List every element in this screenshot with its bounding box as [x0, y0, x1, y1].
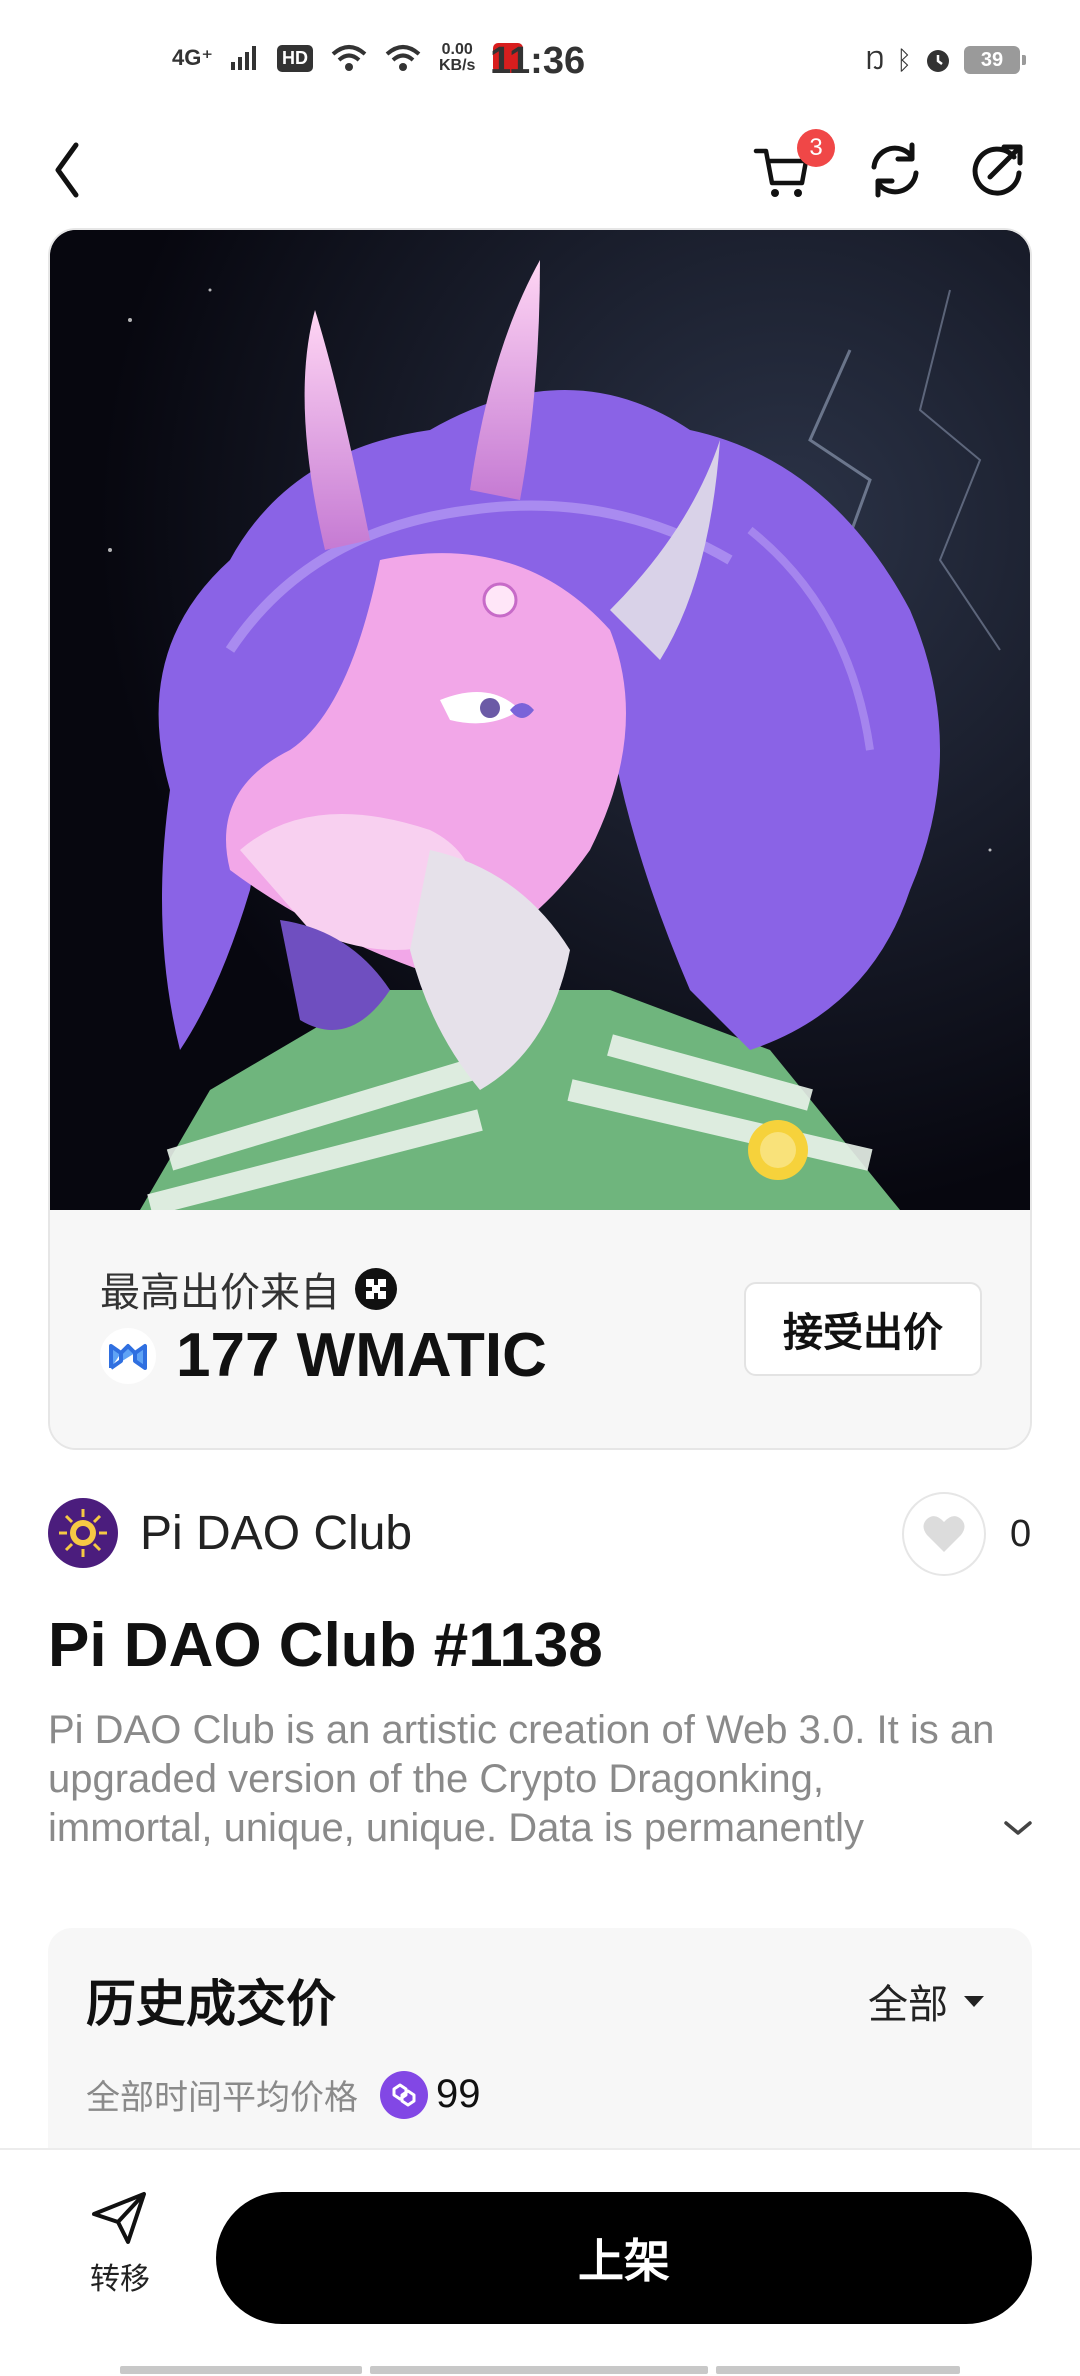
nft-description: Pi DAO Club is an artistic creation of W…	[48, 1708, 995, 1850]
accept-offer-button[interactable]: 接受出价	[744, 1282, 982, 1376]
offer-price-row: 177 WMATIC	[100, 1320, 547, 1391]
average-price-value: 99	[436, 2072, 481, 2116]
nft-artwork-image[interactable]	[50, 230, 1030, 1216]
heart-icon	[923, 1516, 965, 1552]
speed-value: 0.00	[441, 41, 473, 58]
alarm-icon	[927, 50, 949, 72]
hd-badge: HD	[276, 44, 313, 72]
status-bar: 4G⁺ HD 0.00 KB/s 11:36 Ŋ ᛒ 39	[0, 0, 1080, 130]
battery-indicator: 39	[964, 46, 1026, 74]
send-icon	[92, 2192, 146, 2244]
share-button[interactable]	[962, 135, 1032, 205]
bottom-action-bar: 转移 上架	[0, 2148, 1080, 2376]
expand-description-button[interactable]	[996, 1812, 1040, 1846]
home-indicator	[120, 2366, 960, 2374]
history-filter-dropdown[interactable]: 全部	[868, 1972, 986, 2030]
list-for-sale-button[interactable]: 上架	[216, 2192, 1032, 2324]
status-time: 11:36	[490, 40, 586, 82]
signal-icon	[230, 46, 256, 70]
status-right: Ŋ ᛒ 39	[865, 45, 1026, 75]
like-count: 0	[1010, 1513, 1032, 1555]
status-left: 4G⁺ HD 0.00 KB/s	[172, 42, 524, 74]
bidder-avatar-icon[interactable]	[354, 1267, 398, 1311]
chevron-left-icon	[55, 142, 79, 198]
price-history-section: 历史成交价 全部 全部时间平均价格 99	[48, 1928, 1032, 2158]
cart-count-badge: 3	[797, 129, 835, 167]
network-speed: 0.00 KB/s	[439, 42, 475, 74]
share-icon	[972, 144, 1023, 196]
offer-from-label: 最高出价来自	[100, 1271, 340, 1315]
wmatic-icon	[100, 1327, 156, 1384]
network-indicator: 4G⁺	[172, 45, 213, 70]
refresh-icon	[871, 142, 919, 198]
offer-from-row: 最高出价来自	[100, 1260, 398, 1318]
cart-button[interactable]: 3	[752, 129, 835, 205]
transfer-button[interactable]: 转移	[70, 2190, 170, 2310]
refresh-button[interactable]	[860, 135, 930, 205]
wifi-2-icon	[385, 45, 421, 71]
best-offer-panel: 最高出价来自 177 WMATIC 接受出价	[50, 1210, 1030, 1448]
collection-name: Pi DAO Club	[140, 1506, 413, 1560]
bluetooth-icon: ᛒ	[896, 45, 912, 75]
header: 3	[0, 120, 1080, 220]
chevron-down-icon	[1004, 1821, 1032, 1835]
nft-title: Pi DAO Club #1138	[48, 1611, 603, 1680]
back-button[interactable]	[40, 135, 110, 205]
offer-price: 177 WMATIC	[176, 1321, 547, 1390]
dragon-artwork	[50, 230, 1030, 1216]
nfc-icon: Ŋ	[865, 45, 885, 75]
price-history-title: 历史成交价	[86, 1975, 336, 2033]
wifi-icon	[331, 45, 367, 71]
like-button[interactable]	[902, 1492, 986, 1576]
caret-down-icon	[964, 1996, 984, 2007]
collection-avatar	[48, 1498, 118, 1568]
average-price-label: 全部时间平均价格	[86, 2078, 358, 2118]
average-price-row: 全部时间平均价格 99	[86, 2070, 481, 2119]
nft-card: 最高出价来自 177 WMATIC 接受出价	[48, 228, 1032, 1450]
transfer-label: 转移	[90, 2262, 150, 2297]
history-filter-value: 全部	[868, 1982, 948, 2028]
collection-link[interactable]: Pi DAO Club	[48, 1498, 412, 1568]
speed-unit: KB/s	[438, 57, 476, 74]
polygon-icon	[380, 2070, 428, 2119]
